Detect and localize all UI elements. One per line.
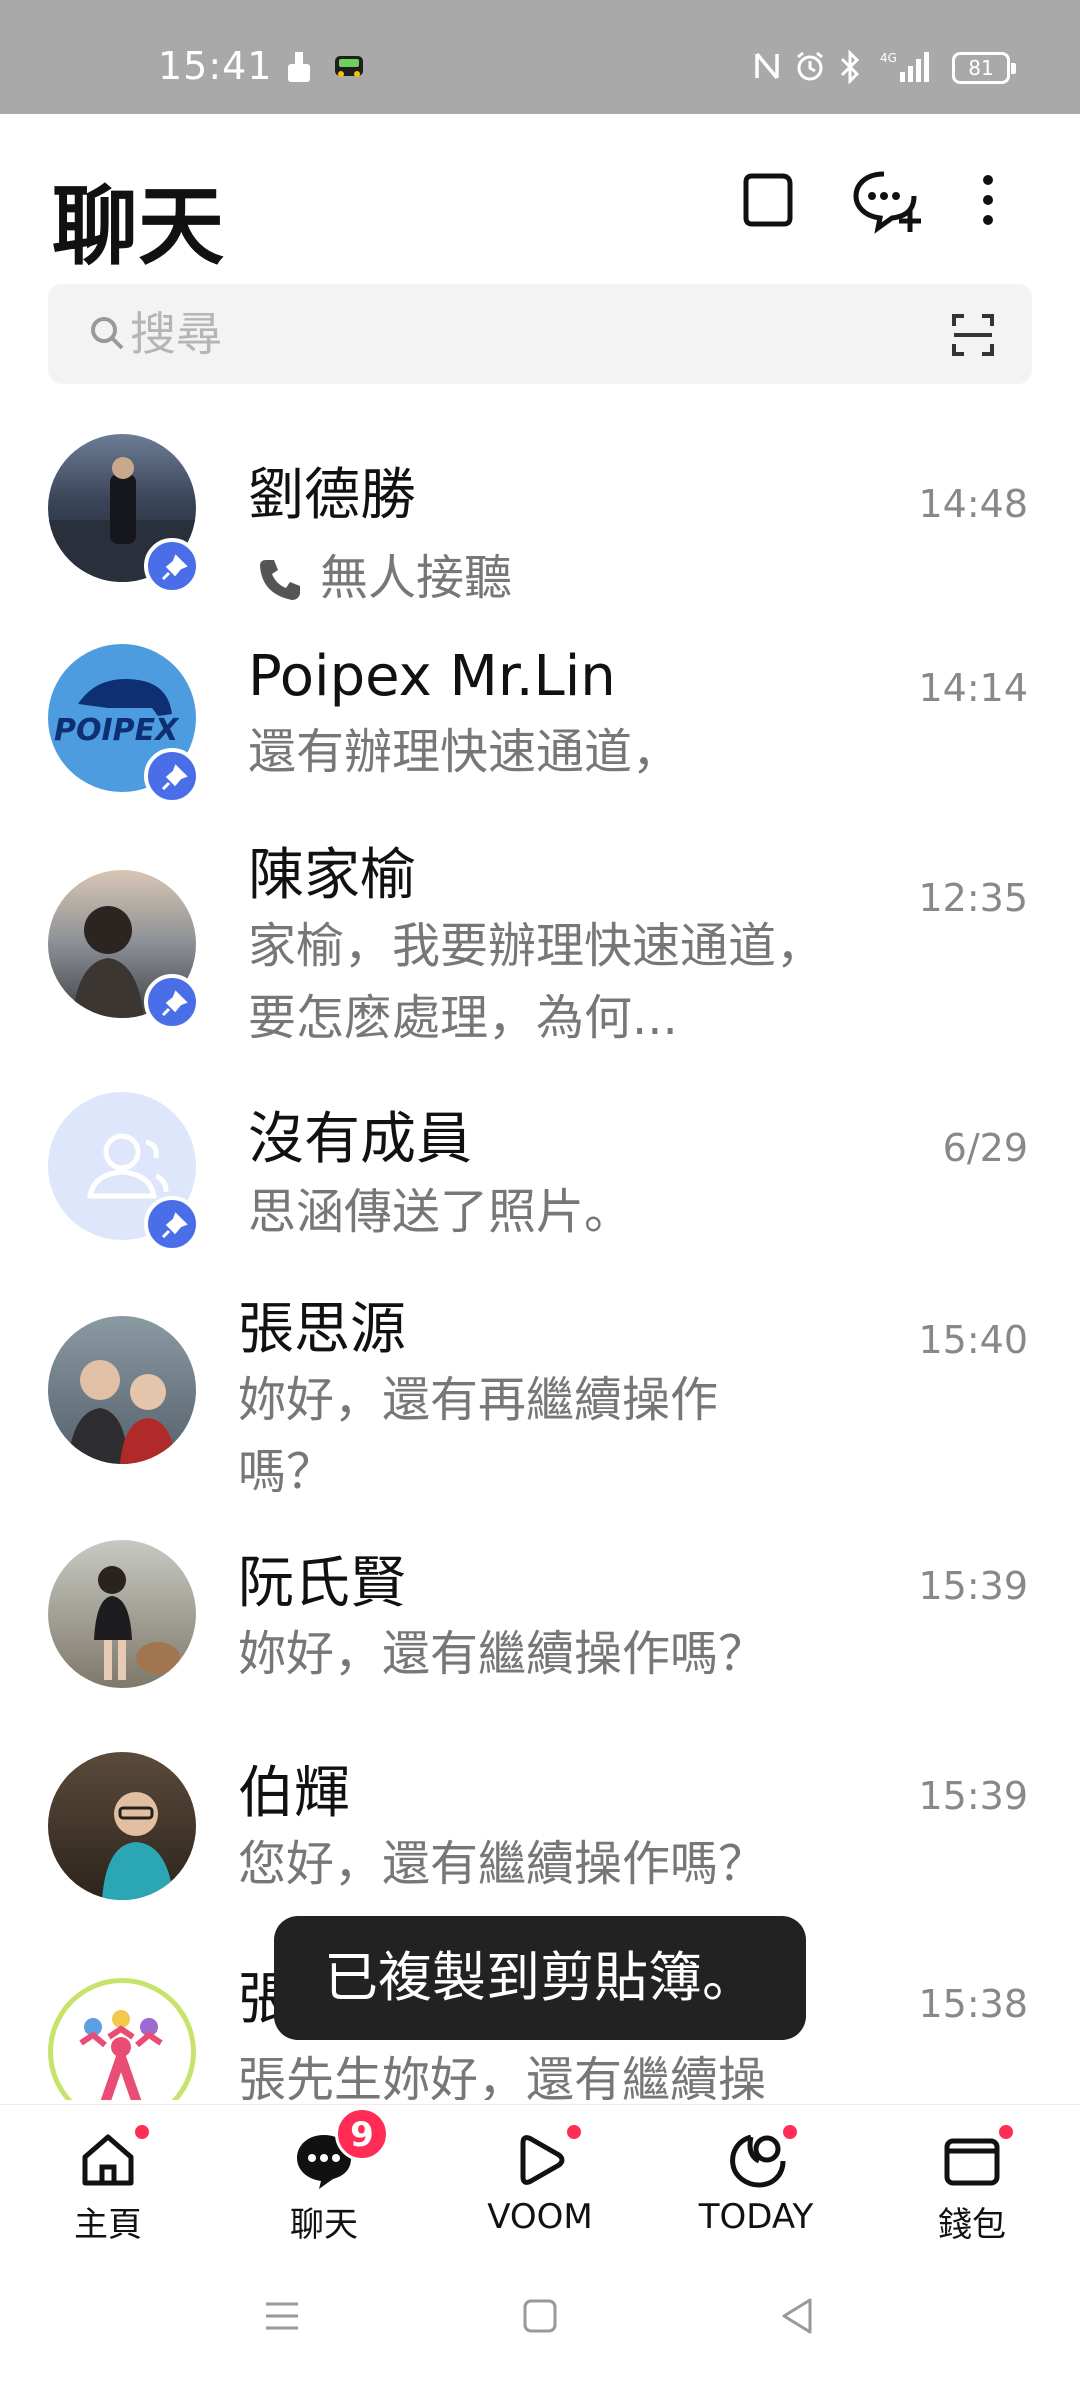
chat-name: 沒有成員 xyxy=(248,1107,472,1172)
notification-dot xyxy=(567,2125,581,2139)
chat-name: 阮氏賢 xyxy=(238,1551,406,1616)
play-icon xyxy=(509,2125,581,2191)
nav-chats[interactable]: 9 聊天 xyxy=(244,2107,404,2246)
pin-icon xyxy=(161,990,188,1017)
chat-time: 15:38 xyxy=(918,1982,1028,2026)
pin-icon xyxy=(161,554,188,581)
page-title: 聊天 xyxy=(52,177,224,277)
chat-time: 12:35 xyxy=(918,876,1028,920)
pin-badge xyxy=(144,748,200,804)
scan-qr-button[interactable] xyxy=(950,312,996,362)
bottom-nav: 主頁 9 聊天 VOOM TODAY 錢包 xyxy=(0,2104,1080,2250)
chat-bubble-icon: 9 xyxy=(293,2107,389,2191)
notification-dot xyxy=(999,2125,1013,2139)
avatar xyxy=(48,1316,196,1464)
chat-name: 伯輝 xyxy=(238,1761,350,1826)
header: 聊天 xyxy=(0,114,1080,284)
car-icon xyxy=(332,50,366,86)
chat-row[interactable]: 劉德勝 無人接聽 14:48 xyxy=(0,424,1080,614)
more-vertical-icon xyxy=(983,175,993,225)
cleaner-icon xyxy=(284,50,314,88)
status-bar: 15:41 4G 81 xyxy=(0,0,1080,114)
nfc-icon xyxy=(752,50,782,86)
search-icon xyxy=(88,314,128,358)
svg-text:4G: 4G xyxy=(880,51,897,65)
chat-list: 劉德勝 無人接聽 14:48 POIPEX Poipex Mr.Lin 還有辦理… xyxy=(0,400,1080,2100)
back-button[interactable] xyxy=(778,2296,818,2340)
chat-time: 15:39 xyxy=(918,1774,1028,1818)
chat-name: Poipex Mr.Lin xyxy=(248,644,616,709)
notification-dot xyxy=(135,2125,149,2139)
nav-wallet[interactable]: 錢包 xyxy=(892,2125,1052,2246)
pin-badge xyxy=(144,1196,200,1252)
nav-home[interactable]: 主頁 xyxy=(28,2125,188,2246)
chat-time: 14:48 xyxy=(918,482,1028,526)
pin-icon xyxy=(161,1212,188,1239)
nav-label: VOOM xyxy=(487,2197,593,2237)
avatar xyxy=(48,1540,196,1688)
search-input[interactable] xyxy=(130,302,910,366)
alarm-icon xyxy=(794,50,826,86)
today-icon xyxy=(725,2125,797,2191)
chat-row[interactable]: 沒有成員 思涵傳送了照片。 6/29 xyxy=(0,1080,1080,1280)
signal-4g-icon: 4G xyxy=(880,50,930,88)
more-options-button[interactable] xyxy=(968,166,1008,236)
svg-text:POIPEX: POIPEX xyxy=(54,713,180,748)
chat-row[interactable]: 伯輝 您好，還有繼續操作嗎？ 15:39 xyxy=(0,1744,1080,1944)
add-chat-icon xyxy=(853,171,921,234)
back-triangle-icon xyxy=(782,2298,812,2334)
square-chat-icon xyxy=(743,173,793,227)
chat-message: 您好，還有繼續操作嗎？ xyxy=(238,1836,767,1892)
nav-label: TODAY xyxy=(698,2197,814,2237)
phone-icon xyxy=(260,560,300,600)
menu-icon xyxy=(266,2302,298,2330)
chat-row[interactable]: 陳家榆 家榆，我要辦理快速通道，要怎麽處理，為何... 12:35 xyxy=(0,820,1080,1060)
nav-label: 錢包 xyxy=(938,2205,1006,2245)
chat-time: 15:39 xyxy=(918,1564,1028,1608)
chat-message: 家榆，我要辦理快速通道，要怎麽處理，為何... xyxy=(248,918,825,1046)
chat-row[interactable]: 阮氏賢 妳好，還有繼續操作嗎？ 15:39 xyxy=(0,1534,1080,1734)
scan-icon xyxy=(952,314,994,356)
square-icon xyxy=(523,2299,557,2333)
chat-name: 劉德勝 xyxy=(248,463,416,528)
pin-badge xyxy=(144,974,200,1030)
chat-message: 妳好，還有繼續操作嗎？ xyxy=(238,1626,767,1682)
battery-indicator: 81 xyxy=(952,52,1016,84)
chat-message-text: 無人接聽 xyxy=(320,550,513,606)
chat-message: 張先生妳好，還有繼續操 xyxy=(238,2052,767,2100)
chat-message: 思涵傳送了照片。 xyxy=(248,1184,633,1240)
new-chat-button[interactable] xyxy=(850,166,921,236)
search-bar[interactable] xyxy=(48,284,1032,384)
avatar xyxy=(48,1978,196,2100)
wallet-icon xyxy=(941,2125,1013,2191)
chat-message: 無人接聽 xyxy=(248,542,828,614)
chat-message: 妳好，還有再繼續操作嗎？ xyxy=(238,1372,719,1500)
chat-message: 還有辦理快速通道， xyxy=(248,724,681,780)
home-system-button[interactable] xyxy=(520,2296,560,2340)
pin-icon xyxy=(161,764,188,791)
chat-time: 15:40 xyxy=(918,1318,1028,1362)
chat-name: 張思源 xyxy=(238,1297,406,1362)
chat-row[interactable]: 張思源 妳好，還有再繼續操作嗎？ 15:40 xyxy=(0,1280,1080,1520)
notification-dot xyxy=(783,2125,797,2139)
nav-label: 主頁 xyxy=(74,2205,142,2245)
home-icon xyxy=(77,2125,149,2191)
chat-time: 6/29 xyxy=(942,1126,1028,1170)
unread-badge: 9 xyxy=(335,2107,389,2161)
toast-message: 已複製到剪貼簿。 xyxy=(274,1916,806,2040)
status-time: 15:41 xyxy=(158,44,273,88)
nav-today[interactable]: TODAY xyxy=(676,2125,836,2237)
nav-label: 聊天 xyxy=(290,2205,358,2245)
chat-row[interactable]: POIPEX Poipex Mr.Lin 還有辦理快速通道， 14:14 xyxy=(0,624,1080,814)
pin-badge xyxy=(144,538,200,594)
chat-time: 14:14 xyxy=(918,666,1028,710)
chat-name: 陳家榆 xyxy=(248,843,416,908)
system-navigation-bar xyxy=(0,2250,1080,2400)
nav-voom[interactable]: VOOM xyxy=(460,2125,620,2237)
bluetooth-icon xyxy=(838,49,862,88)
recent-apps-button[interactable] xyxy=(262,2296,302,2340)
avatar xyxy=(48,1752,196,1900)
camera-button[interactable] xyxy=(732,166,802,236)
